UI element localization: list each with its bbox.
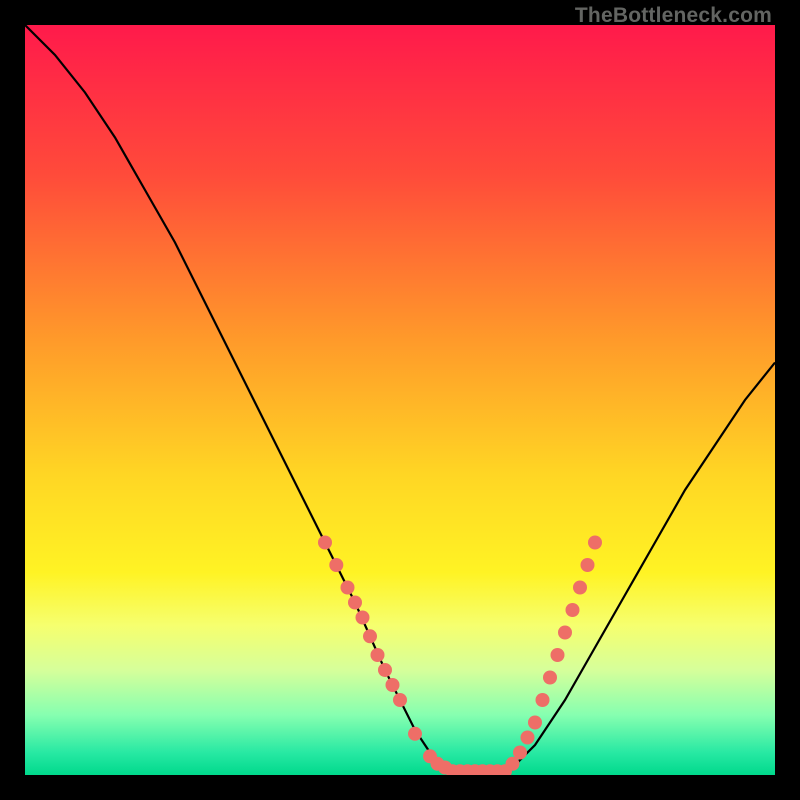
data-marker [329, 558, 343, 572]
data-marker [318, 536, 332, 550]
watermark-text: TheBottleneck.com [575, 4, 772, 28]
data-marker [408, 727, 422, 741]
data-marker [528, 716, 542, 730]
data-marker [513, 746, 527, 760]
data-marker [371, 648, 385, 662]
data-marker [378, 663, 392, 677]
chart-stage: TheBottleneck.com [0, 0, 800, 800]
data-marker [348, 596, 362, 610]
data-marker [551, 648, 565, 662]
data-marker [581, 558, 595, 572]
data-marker [536, 693, 550, 707]
data-marker [393, 693, 407, 707]
data-marker [341, 581, 355, 595]
bottleneck-curve [25, 25, 775, 775]
data-markers [318, 536, 602, 776]
data-marker [573, 581, 587, 595]
data-marker [363, 629, 377, 643]
data-marker [543, 671, 557, 685]
data-marker [521, 731, 535, 745]
data-marker [356, 611, 370, 625]
data-marker [386, 678, 400, 692]
data-marker [558, 626, 572, 640]
data-marker [588, 536, 602, 550]
curve-layer [25, 25, 775, 775]
data-marker [566, 603, 580, 617]
plot-area [25, 25, 775, 775]
